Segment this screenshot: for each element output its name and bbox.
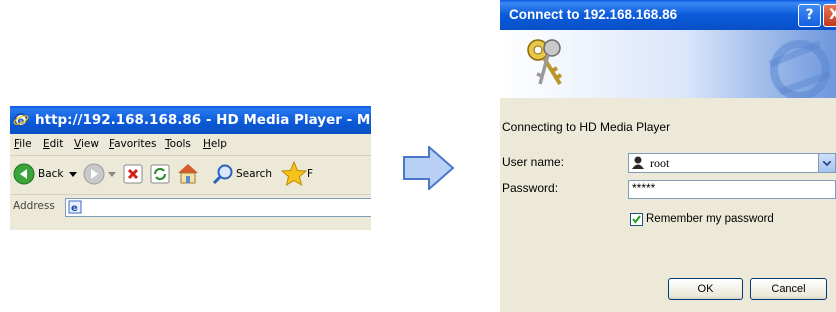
right-arrow-icon bbox=[403, 146, 455, 190]
menu-tools[interactable]: Tools bbox=[165, 134, 191, 155]
back-button-label[interactable]: Back bbox=[38, 168, 64, 180]
browser-menu-bar: File Edit View Favorites Tools Help bbox=[10, 134, 371, 156]
back-dropdown-icon[interactable] bbox=[69, 172, 77, 178]
menu-file[interactable]: File bbox=[14, 134, 32, 155]
password-value: ***** bbox=[632, 181, 656, 195]
password-field[interactable]: ***** bbox=[628, 180, 836, 199]
username-combobox[interactable]: root bbox=[628, 153, 836, 173]
browser-toolbar: Back Search F bbox=[10, 156, 371, 195]
help-button[interactable]: ? bbox=[798, 4, 821, 27]
browser-window: e http://192.168.168.86 - HD Media Playe… bbox=[10, 106, 371, 230]
address-label: Address bbox=[13, 200, 55, 212]
ok-button[interactable]: OK bbox=[668, 278, 743, 300]
chevron-down-icon bbox=[823, 161, 831, 166]
remember-checkbox[interactable] bbox=[630, 213, 643, 226]
connecting-text: Connecting to HD Media Player bbox=[502, 120, 671, 134]
stop-icon[interactable] bbox=[123, 164, 143, 184]
connect-dialog: Connect to 192.168.168.86 ? X Connecting… bbox=[500, 0, 836, 312]
address-input[interactable]: e bbox=[65, 198, 371, 217]
forward-dropdown-icon[interactable] bbox=[108, 172, 116, 178]
dialog-title: Connect to 192.168.168.86 bbox=[509, 7, 678, 22]
menu-help[interactable]: Help bbox=[203, 134, 227, 155]
menu-favorites[interactable]: Favorites bbox=[109, 134, 156, 155]
refresh-icon[interactable] bbox=[150, 164, 170, 184]
page-icon: e bbox=[68, 200, 82, 214]
password-label: Password: bbox=[502, 181, 559, 195]
remember-label[interactable]: Remember my password bbox=[646, 213, 774, 225]
back-arrow-icon[interactable] bbox=[13, 163, 35, 185]
username-value: root bbox=[650, 156, 670, 170]
dialog-banner bbox=[500, 30, 836, 98]
dialog-body: Connecting to HD Media Player User name:… bbox=[500, 98, 836, 312]
banner-watermark-icon bbox=[768, 40, 832, 98]
menu-edit[interactable]: Edit bbox=[43, 134, 63, 155]
username-dropdown-button[interactable] bbox=[818, 154, 835, 172]
ie-logo-icon: e bbox=[13, 113, 29, 127]
keys-icon bbox=[527, 39, 563, 86]
svg-text:e: e bbox=[71, 203, 78, 214]
search-icon[interactable] bbox=[212, 163, 234, 185]
cancel-button[interactable]: Cancel bbox=[750, 278, 827, 300]
username-label: User name: bbox=[502, 155, 565, 169]
checkmark-icon bbox=[632, 215, 641, 224]
close-button[interactable]: X bbox=[823, 4, 836, 27]
search-button-label[interactable]: Search bbox=[236, 168, 272, 180]
dialog-title-bar: Connect to 192.168.168.86 ? X bbox=[500, 0, 836, 30]
favorites-star-icon[interactable] bbox=[281, 161, 307, 187]
address-bar: Address e bbox=[10, 195, 371, 219]
browser-title: http://192.168.168.86 - HD Media Player … bbox=[35, 112, 371, 128]
browser-title-bar: e http://192.168.168.86 - HD Media Playe… bbox=[10, 106, 371, 134]
favorites-button-label[interactable]: F bbox=[307, 168, 313, 180]
forward-arrow-icon[interactable] bbox=[83, 163, 105, 185]
user-icon bbox=[632, 156, 644, 169]
menu-view[interactable]: View bbox=[74, 134, 99, 155]
home-icon[interactable] bbox=[176, 161, 200, 185]
